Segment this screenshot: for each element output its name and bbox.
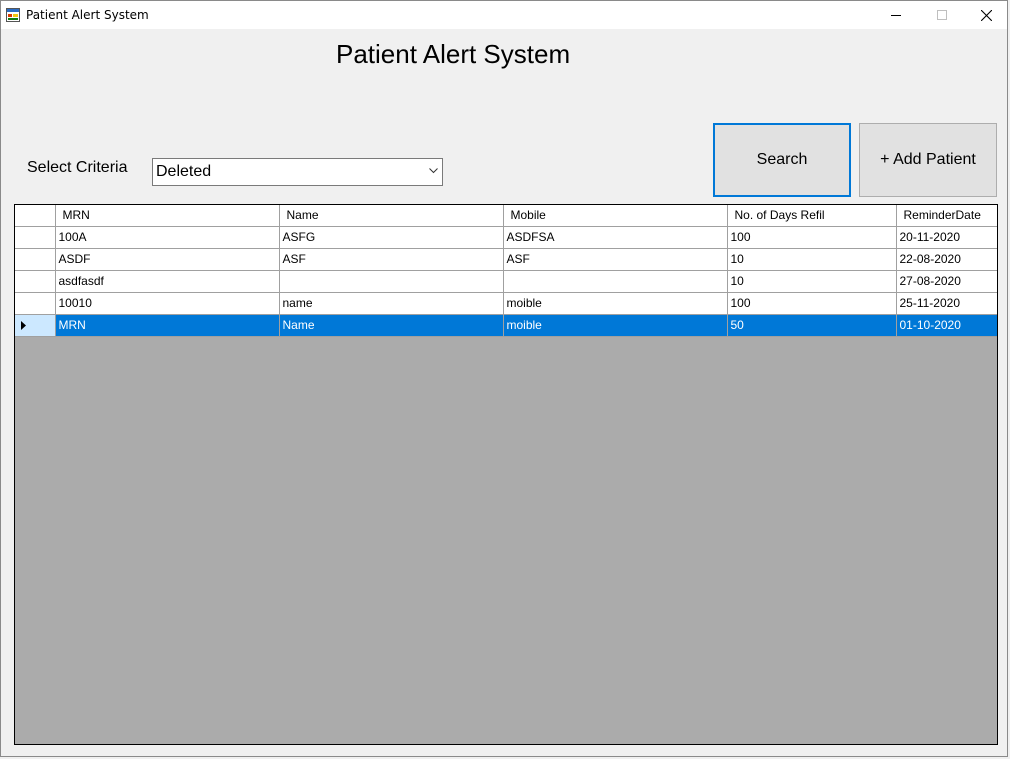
cell-mobile[interactable]: moible xyxy=(503,292,728,315)
column-header-name[interactable]: Name xyxy=(279,205,504,227)
row-header[interactable] xyxy=(15,314,56,337)
minimize-icon xyxy=(891,15,901,16)
minimize-button[interactable] xyxy=(873,1,919,29)
cell-mobile[interactable]: moible xyxy=(503,314,728,337)
row-header[interactable] xyxy=(15,248,56,271)
cell-name[interactable] xyxy=(279,270,504,293)
cell-mobile[interactable]: ASF xyxy=(503,248,728,271)
chevron-down-icon xyxy=(429,168,438,174)
grid-corner-cell[interactable] xyxy=(15,205,56,227)
close-icon xyxy=(980,9,992,21)
table-row[interactable]: 10010 name moible 100 25-11-2020 xyxy=(15,292,997,315)
table-row[interactable]: asdfasdf 10 27-08-2020 xyxy=(15,270,997,293)
cell-days-refil[interactable]: 100 xyxy=(727,292,897,315)
table-row[interactable]: ASDF ASF ASF 10 22-08-2020 xyxy=(15,248,997,271)
column-header-mrn[interactable]: MRN xyxy=(55,205,280,227)
cell-days-refil[interactable]: 50 xyxy=(727,314,897,337)
cell-name[interactable]: ASFG xyxy=(279,226,504,249)
close-button[interactable] xyxy=(963,1,1009,29)
cell-mrn[interactable]: 100A xyxy=(55,226,280,249)
row-header[interactable] xyxy=(15,270,56,293)
cell-name[interactable]: name xyxy=(279,292,504,315)
column-header-days-refil[interactable]: No. of Days Refil xyxy=(727,205,897,227)
table-row-selected[interactable]: MRN Name moible 50 01-10-2020 xyxy=(15,314,997,337)
patient-table: MRN Name Mobile No. of Days Refil Remind… xyxy=(15,205,997,337)
criteria-label: Select Criteria xyxy=(27,159,128,176)
cell-mrn[interactable]: ASDF xyxy=(55,248,280,271)
cell-days-refil[interactable]: 10 xyxy=(727,248,897,271)
cell-mrn[interactable]: asdfasdf xyxy=(55,270,280,293)
app-form-icon xyxy=(6,8,20,22)
current-row-arrow-icon xyxy=(21,320,26,330)
search-button[interactable]: Search xyxy=(713,123,851,197)
row-header[interactable] xyxy=(15,226,56,249)
criteria-dropdown[interactable]: Deleted xyxy=(152,158,443,186)
title-bar[interactable]: Patient Alert System xyxy=(1,1,1007,29)
window-title: Patient Alert System xyxy=(26,8,149,22)
cell-reminder-date[interactable]: 20-11-2020 xyxy=(896,226,997,249)
maximize-button[interactable] xyxy=(919,1,965,29)
add-patient-button[interactable]: + Add Patient xyxy=(859,123,997,197)
cell-reminder-date[interactable]: 01-10-2020 xyxy=(896,314,997,337)
maximize-icon xyxy=(937,10,947,20)
cell-mrn[interactable]: MRN xyxy=(55,314,280,337)
column-header-reminder-date[interactable]: ReminderDate xyxy=(896,205,997,227)
cell-reminder-date[interactable]: 27-08-2020 xyxy=(896,270,997,293)
cell-days-refil[interactable]: 100 xyxy=(727,226,897,249)
page-title: Patient Alert System xyxy=(336,39,571,69)
cell-mobile[interactable]: ASDFSA xyxy=(503,226,728,249)
cell-mrn[interactable]: 10010 xyxy=(55,292,280,315)
criteria-selected-value: Deleted xyxy=(156,163,212,180)
cell-reminder-date[interactable]: 22-08-2020 xyxy=(896,248,997,271)
cell-days-refil[interactable]: 10 xyxy=(727,270,897,293)
cell-name[interactable]: Name xyxy=(279,314,504,337)
row-header[interactable] xyxy=(15,292,56,315)
table-row[interactable]: 100A ASFG ASDFSA 100 20-11-2020 xyxy=(15,226,997,249)
cell-name[interactable]: ASF xyxy=(279,248,504,271)
cell-reminder-date[interactable]: 25-11-2020 xyxy=(896,292,997,315)
cell-mobile[interactable] xyxy=(503,270,728,293)
patient-grid[interactable]: MRN Name Mobile No. of Days Refil Remind… xyxy=(14,204,998,745)
app-window: Patient Alert System Patient Alert Syste… xyxy=(0,0,1008,757)
column-header-mobile[interactable]: Mobile xyxy=(503,205,728,227)
grid-header-row: MRN Name Mobile No. of Days Refil Remind… xyxy=(15,205,997,227)
